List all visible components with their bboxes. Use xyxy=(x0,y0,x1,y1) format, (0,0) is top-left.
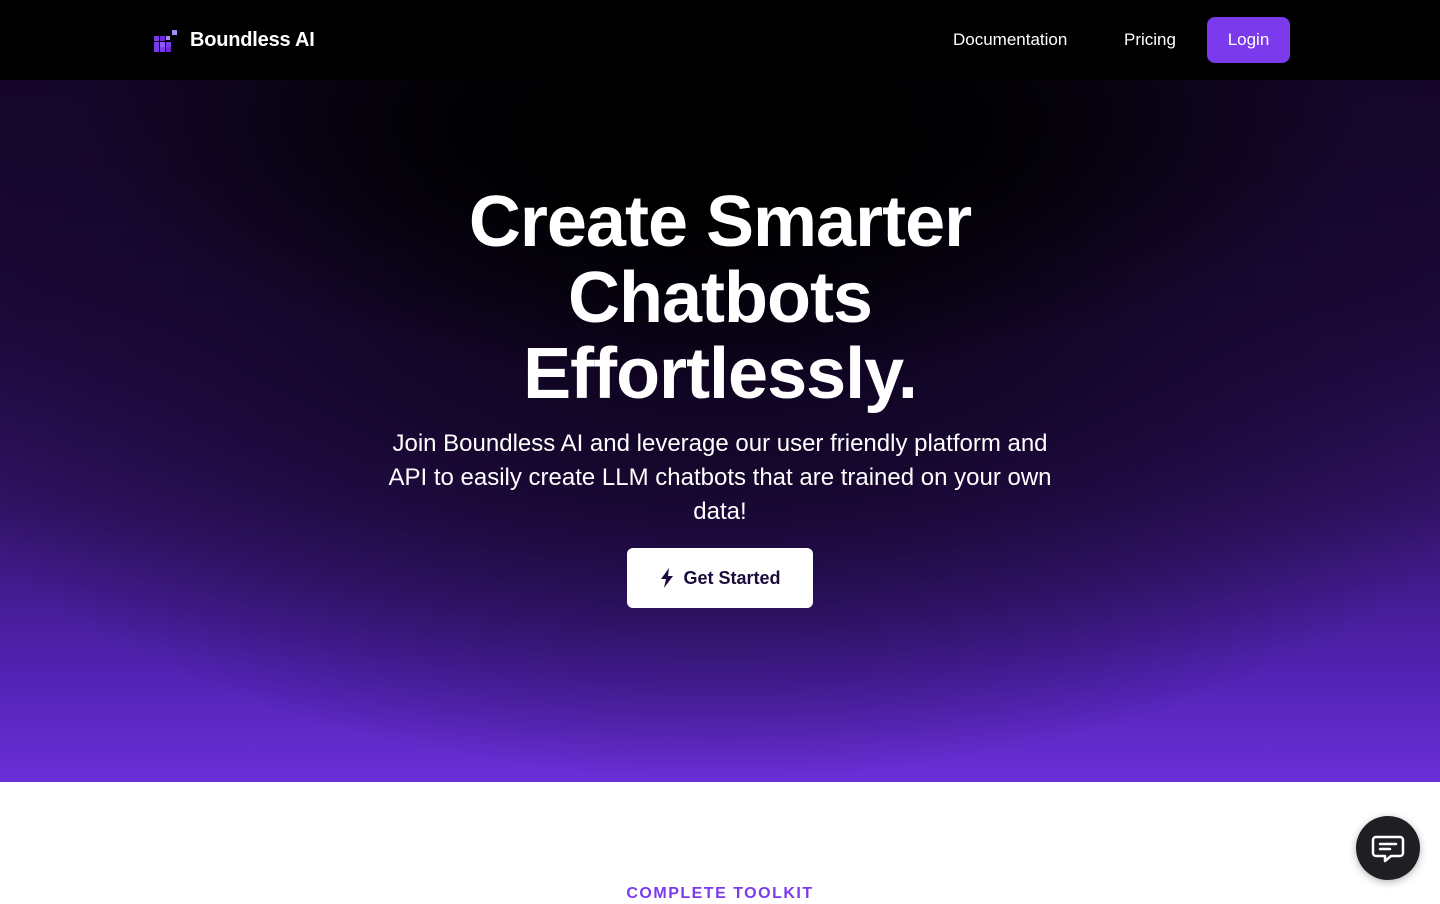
hero-subtitle: Join Boundless AI and leverage our user … xyxy=(388,430,1052,525)
nav-link-pricing[interactable]: Pricing xyxy=(1124,28,1176,52)
hero-section: Create Smarter Chatbots Effortlessly. Jo… xyxy=(0,80,1440,782)
get-started-label: Get Started xyxy=(683,567,781,588)
lightning-bolt-icon xyxy=(661,568,674,588)
section-eyebrow: COMPLETE TOOLKIT xyxy=(626,885,814,902)
login-button[interactable]: Login xyxy=(1207,17,1290,63)
chat-widget-button[interactable] xyxy=(1356,816,1420,880)
nav-link-documentation[interactable]: Documentation xyxy=(953,28,1067,52)
brand-logo-icon xyxy=(154,30,177,52)
chat-bubble-icon xyxy=(1371,835,1405,863)
brand-name: Boundless AI xyxy=(190,28,315,51)
get-started-button[interactable]: Get Started xyxy=(627,548,813,608)
brand-home-link[interactable]: Boundless AI xyxy=(154,25,315,55)
hero-title-line: Create Smarter xyxy=(468,182,972,262)
hero-title-line: Effortlessly. xyxy=(523,334,918,414)
hero-title: Create Smarter Chatbots Effortlessly. xyxy=(0,184,1440,412)
hero-title-line: Chatbots xyxy=(568,258,873,338)
top-navbar: Boundless AI Documentation Pricing Login xyxy=(0,0,1440,80)
